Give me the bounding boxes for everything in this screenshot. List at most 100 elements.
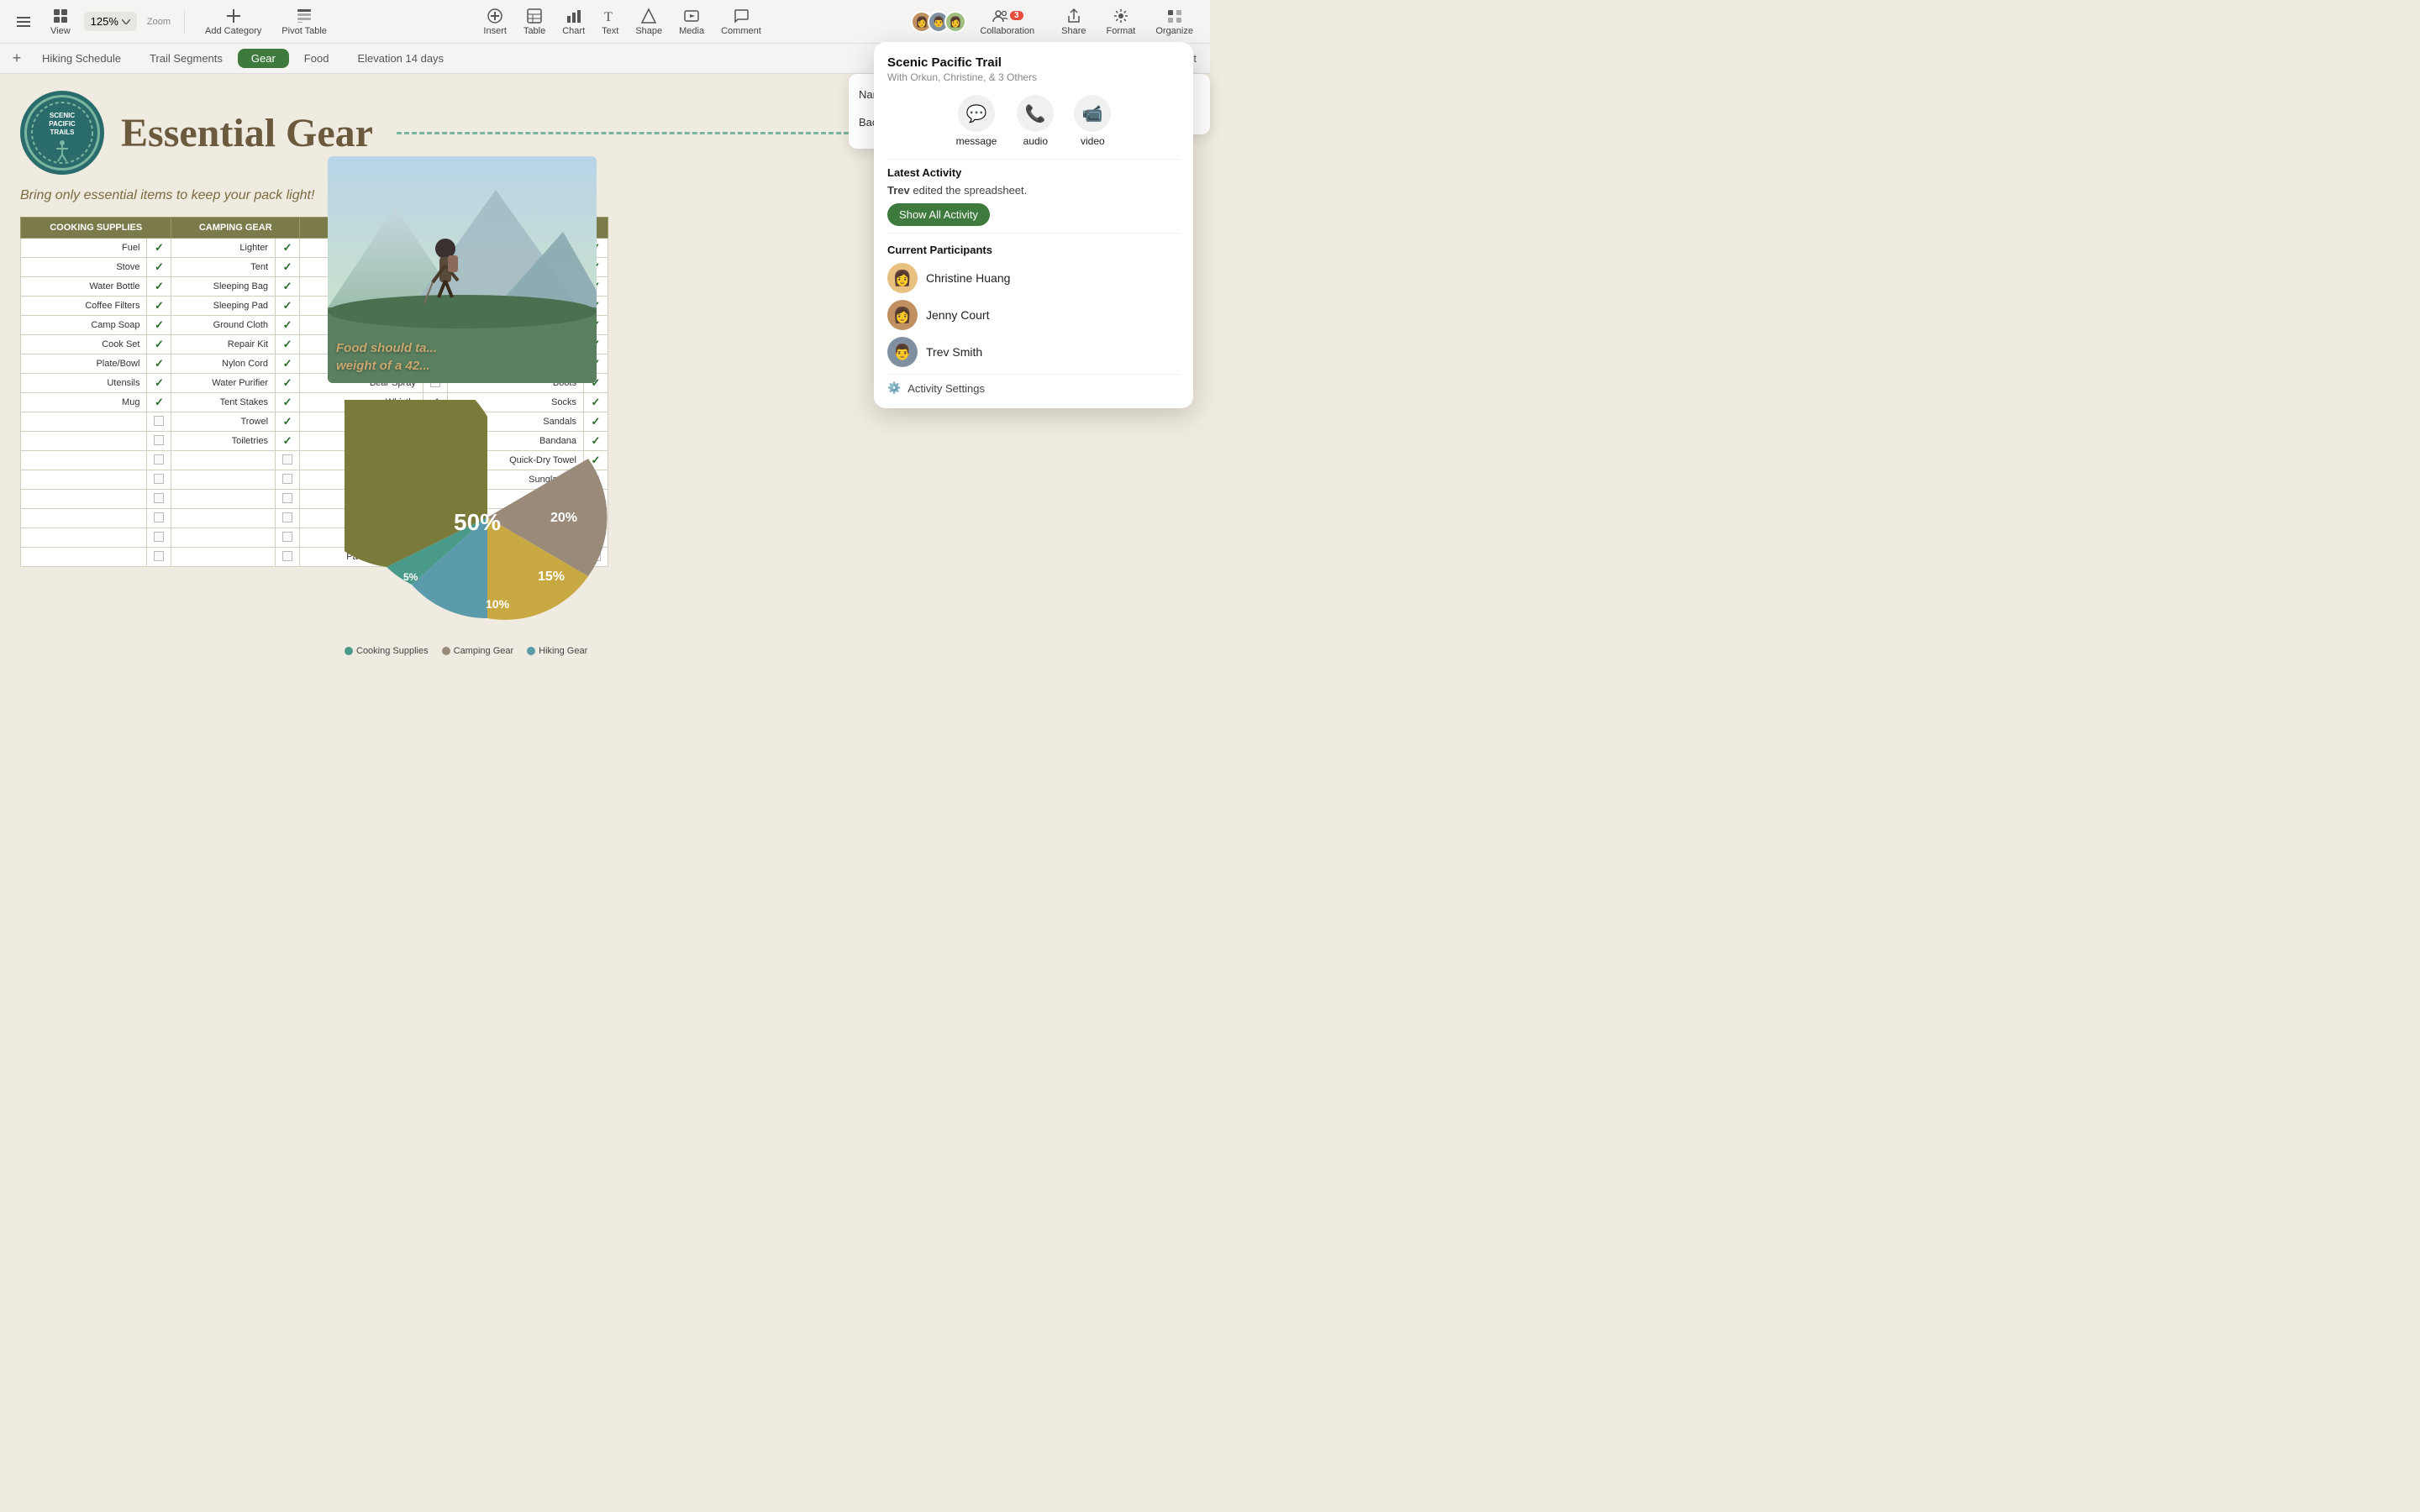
checkbox[interactable]	[282, 454, 292, 465]
insert-button[interactable]: Insert	[476, 4, 513, 39]
check-cell[interactable]	[147, 509, 171, 528]
show-all-activity-button[interactable]: Show All Activity	[887, 203, 990, 226]
check-cell[interactable]: ✓	[147, 335, 171, 354]
check-cell[interactable]: ✓	[276, 277, 300, 297]
item-cell	[21, 412, 147, 432]
item-cell: Lighter	[171, 239, 276, 258]
check-cell[interactable]: ✓	[147, 297, 171, 316]
video-button[interactable]: 📹 video	[1074, 95, 1111, 147]
zoom-value: 125%	[91, 15, 118, 28]
check-cell[interactable]: ✓	[276, 258, 300, 277]
check-cell[interactable]: ✓	[276, 316, 300, 335]
pie-chart: 50% 20% 15% 10% 5%	[345, 400, 630, 635]
toolbar: View 125% Zoom Add Category Pivot Table …	[0, 0, 1210, 44]
zoom-control[interactable]: 125%	[84, 12, 137, 31]
item-cell: Trowel	[171, 412, 276, 432]
check-cell[interactable]: ✓	[276, 335, 300, 354]
check-cell[interactable]: ✓	[147, 258, 171, 277]
item-cell: Sleeping Bag	[171, 277, 276, 297]
check-cell[interactable]: ✓	[147, 374, 171, 393]
text-button[interactable]: T Text	[595, 4, 625, 39]
chart-button[interactable]: Chart	[555, 4, 592, 39]
food-text-overlay: Food should ta...weight of a 42...	[336, 339, 437, 375]
media-button[interactable]: Media	[672, 4, 711, 39]
format-button[interactable]: Format	[1100, 4, 1143, 39]
checkbox[interactable]	[154, 474, 164, 484]
check-cell[interactable]: ✓	[147, 239, 171, 258]
tab-food[interactable]: Food	[291, 49, 343, 68]
checkmark: ✓	[155, 241, 164, 254]
tab-hiking-schedule[interactable]: Hiking Schedule	[29, 49, 134, 68]
item-cell: Sleeping Pad	[171, 297, 276, 316]
check-cell[interactable]: ✓	[147, 277, 171, 297]
check-cell[interactable]: ✓	[276, 354, 300, 374]
checkbox[interactable]	[282, 474, 292, 484]
check-cell[interactable]	[276, 490, 300, 509]
check-cell[interactable]	[276, 451, 300, 470]
media-label: Media	[679, 26, 704, 36]
pivot-table-button[interactable]: Pivot Table	[275, 4, 334, 39]
check-cell[interactable]: ✓	[147, 354, 171, 374]
legend-dot-cooking	[345, 647, 353, 655]
check-cell[interactable]	[147, 490, 171, 509]
collaboration-button[interactable]: 3 Collaboration	[973, 4, 1041, 39]
check-cell[interactable]	[276, 528, 300, 548]
check-cell[interactable]: ✓	[147, 316, 171, 335]
format-label: Format	[1107, 26, 1136, 36]
check-cell[interactable]	[276, 548, 300, 567]
tab-elevation[interactable]: Elevation 14 days	[344, 49, 457, 68]
sidebar-toggle-button[interactable]	[10, 8, 37, 35]
item-cell	[21, 548, 147, 567]
check-cell[interactable]	[276, 509, 300, 528]
checkbox[interactable]	[154, 493, 164, 503]
check-cell[interactable]	[147, 451, 171, 470]
tab-trail-segments[interactable]: Trail Segments	[136, 49, 236, 68]
check-cell[interactable]	[147, 470, 171, 490]
check-cell[interactable]	[147, 412, 171, 432]
add-sheet-button[interactable]: +	[7, 49, 27, 69]
check-cell[interactable]: ✓	[276, 393, 300, 412]
table-button[interactable]: Table	[517, 4, 552, 39]
legend-dot-camping	[442, 647, 450, 655]
check-cell[interactable]	[147, 432, 171, 451]
avatars-group: 👩 👨 👩	[911, 11, 966, 33]
checkbox[interactable]	[282, 532, 292, 542]
add-category-button[interactable]: Add Category	[198, 4, 268, 39]
legend-label-cooking: Cooking Supplies	[356, 646, 429, 656]
check-cell[interactable]	[147, 528, 171, 548]
checkbox[interactable]	[154, 416, 164, 426]
share-button[interactable]: Share	[1055, 4, 1092, 39]
checkbox[interactable]	[154, 532, 164, 542]
check-cell[interactable]: ✓	[276, 239, 300, 258]
item-cell: Mug	[21, 393, 147, 412]
shape-button[interactable]: Shape	[629, 4, 669, 39]
audio-button[interactable]: 📞 audio	[1017, 95, 1054, 147]
checkbox[interactable]	[282, 551, 292, 561]
checkmark: ✓	[155, 280, 164, 292]
check-cell[interactable]: ✓	[276, 412, 300, 432]
message-button[interactable]: 💬 message	[956, 95, 997, 147]
organize-label: Organize	[1155, 26, 1193, 36]
checkbox[interactable]	[154, 512, 164, 522]
checkbox[interactable]	[154, 551, 164, 561]
view-button[interactable]: View	[44, 4, 77, 39]
check-cell[interactable]	[276, 470, 300, 490]
checkmark: ✓	[155, 338, 164, 350]
checkbox[interactable]	[154, 454, 164, 465]
check-cell[interactable]: ✓	[276, 297, 300, 316]
checkbox[interactable]	[282, 493, 292, 503]
checkbox[interactable]	[154, 435, 164, 445]
tab-gear[interactable]: Gear	[238, 49, 289, 68]
checkbox[interactable]	[282, 512, 292, 522]
checkmark: ✓	[283, 299, 292, 312]
activity-settings-button[interactable]: ⚙️ Activity Settings	[887, 381, 1180, 395]
avatar-christine: 👩	[887, 263, 918, 293]
check-cell[interactable]: ✓	[276, 432, 300, 451]
check-cell[interactable]	[147, 548, 171, 567]
comment-button[interactable]: Comment	[714, 4, 768, 39]
organize-button[interactable]: Organize	[1149, 4, 1200, 39]
avatar-trev: 👨	[887, 337, 918, 367]
check-cell[interactable]: ✓	[276, 374, 300, 393]
check-cell[interactable]: ✓	[147, 393, 171, 412]
participant-jenny: 👩 Jenny Court	[887, 300, 1180, 330]
